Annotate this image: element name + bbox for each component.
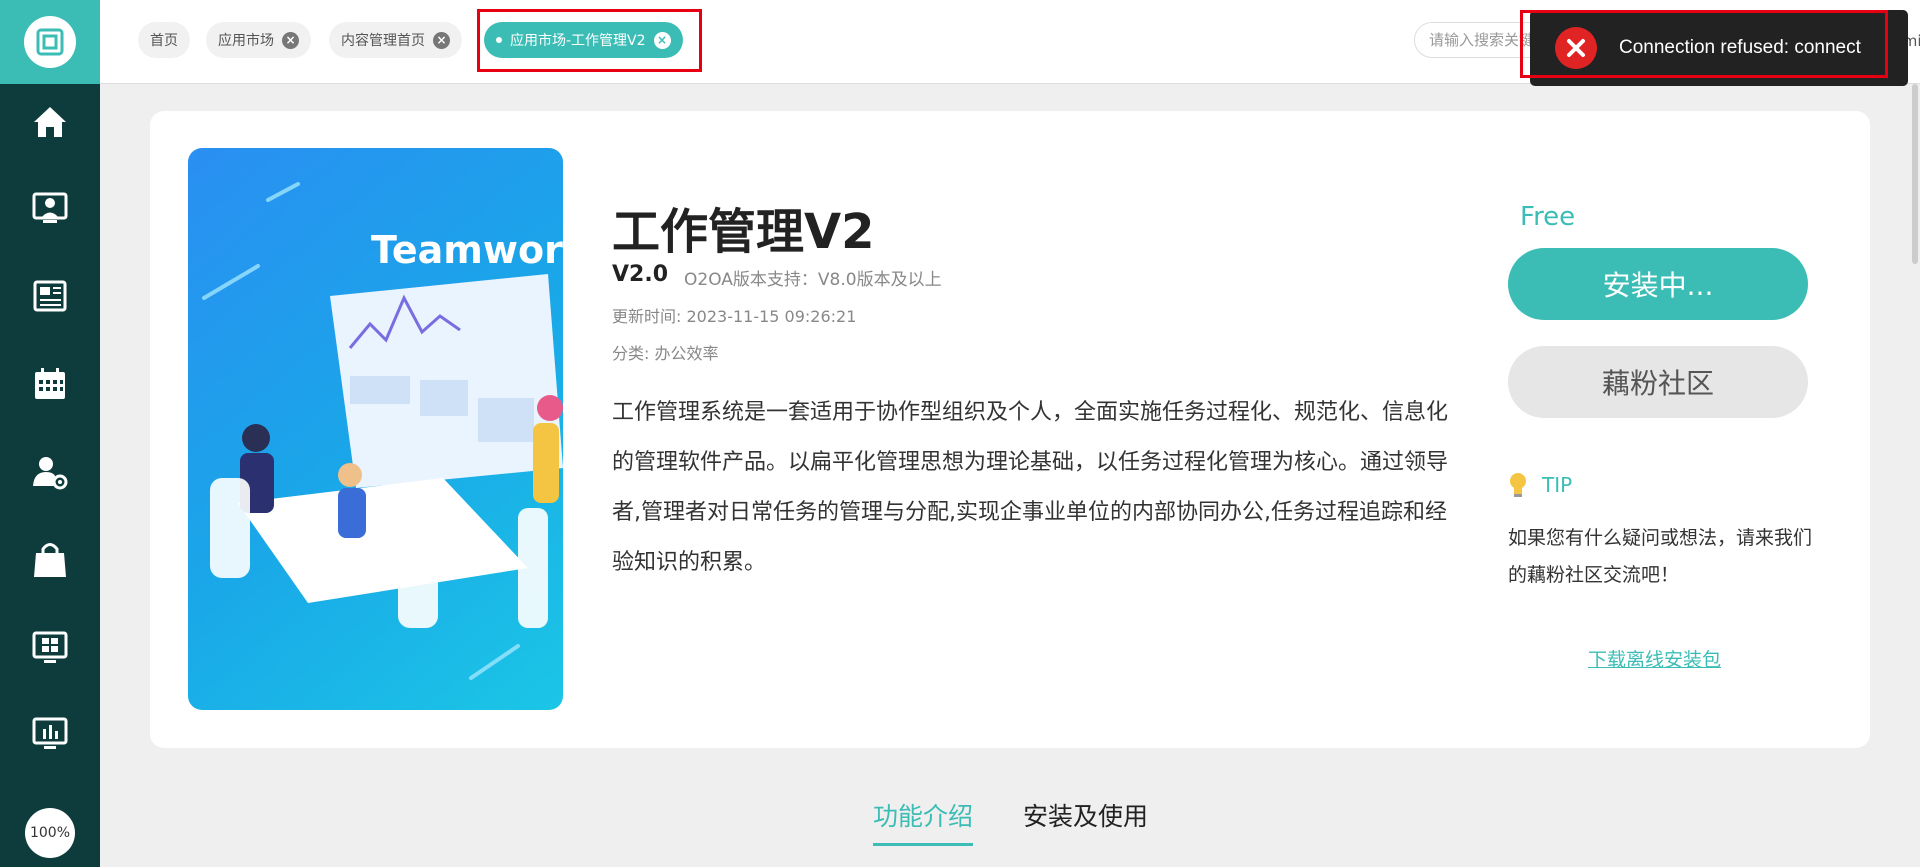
sidebar-item-news[interactable] bbox=[0, 266, 100, 326]
app-grid-icon bbox=[32, 631, 68, 663]
news-icon bbox=[33, 280, 67, 312]
home-icon bbox=[34, 107, 66, 137]
sidebar-item-calendar[interactable] bbox=[0, 354, 100, 414]
sidebar-item-apps[interactable] bbox=[0, 618, 100, 678]
install-button[interactable]: 安装中... bbox=[1508, 248, 1808, 320]
user-settings-icon bbox=[33, 457, 68, 490]
app-version: V2.0 bbox=[612, 262, 668, 287]
user-portal-icon bbox=[32, 192, 68, 223]
zoom-level-badge[interactable]: 100% bbox=[25, 808, 75, 858]
tip-text: 如果您有什么疑问或想法，请来我们的藕粉社区交流吧！ bbox=[1508, 527, 1813, 586]
tab-label: 应用市场 bbox=[218, 33, 274, 49]
error-icon bbox=[1555, 27, 1597, 69]
price-label: Free bbox=[1520, 202, 1576, 232]
shopping-bag-icon bbox=[34, 543, 66, 577]
active-tab-underline bbox=[873, 843, 973, 846]
close-icon[interactable]: × bbox=[282, 31, 299, 49]
tab-app-market[interactable]: 应用市场 × bbox=[206, 22, 311, 58]
update-time: 更新时间: 2023-11-15 09:26:21 bbox=[612, 307, 857, 326]
banner-title: Teamwork bbox=[371, 228, 563, 272]
tab-label: 首页 bbox=[150, 33, 178, 49]
tab-content-management[interactable]: 内容管理首页 × bbox=[329, 22, 462, 58]
sidebar-item-app-market[interactable] bbox=[0, 530, 100, 590]
monitor-chart-icon bbox=[32, 717, 68, 749]
toast-message: Connection refused: connect bbox=[1619, 37, 1861, 58]
version-support: O2OA版本支持：V8.0版本及以上 bbox=[684, 270, 942, 290]
close-icon[interactable]: × bbox=[433, 31, 450, 49]
sidebar-item-home[interactable] bbox=[0, 92, 100, 152]
sidebar-item-stats[interactable] bbox=[0, 704, 100, 764]
calendar-icon bbox=[35, 368, 65, 399]
error-toast: Connection refused: connect bbox=[1530, 10, 1908, 86]
tab-install-usage[interactable]: 安装及使用 bbox=[1023, 797, 1148, 833]
tab-home[interactable]: 首页 bbox=[138, 22, 190, 58]
app-category: 分类: 办公效率 bbox=[612, 344, 719, 363]
active-dot-icon bbox=[496, 37, 502, 43]
community-button[interactable]: 藕粉社区 bbox=[1508, 346, 1808, 418]
lightbulb-icon bbox=[1510, 473, 1526, 497]
sidebar-item-portal[interactable] bbox=[0, 178, 100, 238]
tip-header: TIP bbox=[1508, 472, 1572, 498]
sidebar-item-user-settings[interactable] bbox=[0, 442, 100, 502]
page-title: 工作管理V2 bbox=[612, 204, 875, 260]
tab-label: 应用市场-工作管理V2 bbox=[510, 33, 646, 49]
app-logo[interactable] bbox=[0, 0, 100, 84]
tab-app-market-teamwork[interactable]: 应用市场-工作管理V2 × bbox=[484, 22, 683, 58]
app-description: 工作管理系统是一套适用于协作型组织及个人，全面实施任务过程化、规范化、信息化的管… bbox=[612, 400, 1449, 575]
tip-label: TIP bbox=[1542, 473, 1573, 497]
tab-label: 内容管理首页 bbox=[341, 33, 425, 49]
download-offline-link[interactable]: 下载离线安装包 bbox=[1588, 645, 1721, 672]
close-icon[interactable]: × bbox=[653, 31, 671, 49]
sidebar: 100% bbox=[0, 0, 100, 867]
app-banner-image: Teamwork bbox=[188, 148, 563, 710]
tab-features[interactable]: 功能介绍 bbox=[873, 797, 973, 833]
scrollbar[interactable] bbox=[1912, 84, 1918, 264]
logo-icon bbox=[24, 16, 76, 68]
